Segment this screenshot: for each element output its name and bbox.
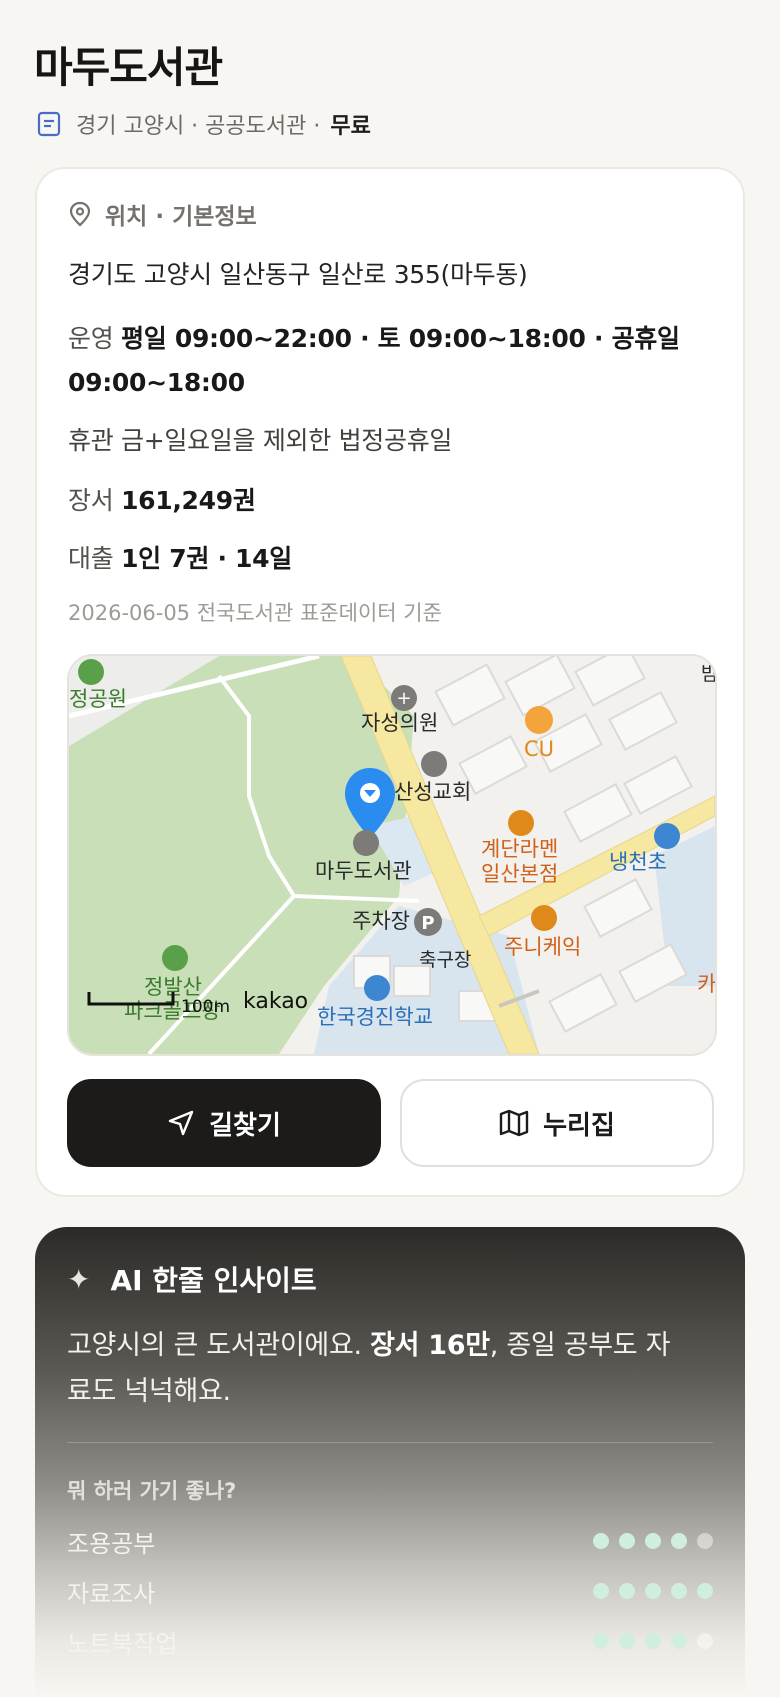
svg-text:P: P [421,913,434,934]
library-meta: 경기 고양시 · 공공도서관 · 무료 [36,106,371,142]
loan-policy: 대출 1인 7권 · 14일 [68,539,292,575]
hours-label: 운영 [68,324,114,353]
location-type: 경기 고양시 · 공공도서관 · [76,114,321,139]
rating-row: 조용공부 [67,1521,713,1561]
rating-dot [593,1533,609,1549]
rating-dots [593,1583,713,1599]
ai-insight-card: ✦ AI 한줄 인사이트 고양시의 큰 도서관이에요. 장서 16만, 종일 공… [35,1227,745,1697]
rating-dot [697,1583,713,1599]
page-title: 마두도서관 [34,43,223,92]
rating-dot [645,1583,661,1599]
map-scale: 100m [181,997,230,1017]
loan-value: 1인 7권 · 14일 [121,544,292,573]
website-button[interactable]: 누리집 [400,1079,714,1167]
map-edge-label-top: 밤 [701,663,715,685]
rating-label: 자료조사 [67,1579,156,1608]
map-label-school: 한국경진학교 [317,1005,433,1029]
hours: 운영 평일 09:00~22:00 · 토 09:00~18:00 · 공휴일 … [68,317,688,405]
books-label: 장서 [68,486,114,515]
rating-row: 노트북작업 [67,1621,713,1661]
map-label-cafe: 주니케익 [504,935,581,959]
section-title: 위치 · 기본정보 [105,204,257,230]
books-value: 161,249권 [121,486,256,515]
info-card: 위치 · 기본정보 경기도 고양시 일산동구 일산로 355(마두동) 운영 평… [35,167,745,1197]
rating-dot [697,1533,713,1549]
map-edge-label-right: 카 [697,972,715,996]
rating-dot [697,1633,713,1649]
rating-dot [671,1583,687,1599]
map-label-park: 정공원 [69,687,127,711]
rating-dot [671,1533,687,1549]
collection-count: 장서 161,249권 [68,481,256,517]
document-icon [37,111,61,137]
map-label-church: 산성교회 [394,780,471,804]
data-source: 2026-06-05 전국도서관 표준데이터 기준 [68,601,442,625]
map-label-school-right: 냉천초 [609,850,667,874]
directions-button[interactable]: 길찾기 [67,1079,381,1167]
rating-dots [593,1533,713,1549]
rating-dots [593,1633,713,1649]
rating-dot [593,1633,609,1649]
rating-dot [645,1533,661,1549]
map-label-library: 마두도서관 [315,859,412,883]
rating-label: 조용공부 [67,1529,156,1558]
navigation-arrow-icon [168,1110,194,1136]
sparkle-icon: ✦ [67,1262,91,1296]
section-header: 위치 · 기본정보 [69,197,257,231]
website-label: 누리집 [543,1110,615,1141]
divider [67,1442,713,1443]
directions-label: 길찾기 [209,1110,281,1141]
rating-dot [593,1583,609,1599]
rating-dot [619,1533,635,1549]
map-label-soccer: 축구장 [419,949,471,971]
map-label-ramen2: 일산본점 [481,862,558,886]
rating-dot [619,1633,635,1649]
map-label-clinic: 자성의원 [361,711,438,735]
map-label-ramen1: 계단라멘 [481,837,558,861]
location-map[interactable]: 정공원 + 자성의원 CU 산성교회 계단라멘 일산본점 냉천초 마두도서관 주… [67,654,717,1056]
rating-label: 노트북작업 [67,1629,178,1658]
closed-days: 휴관 금+일요일을 제외한 법정공휴일 [68,426,453,455]
rating-dot [645,1633,661,1649]
ai-header: ✦ AI 한줄 인사이트 [67,1259,317,1299]
fee-badge: 무료 [330,114,371,139]
map-label-parking: 주차장 [352,909,410,933]
map-brand: kakao [243,989,308,1014]
ai-title: AI 한줄 인사이트 [110,1264,317,1297]
svg-text:+: + [396,688,411,709]
rating-dot [619,1583,635,1599]
map-label-cu: CU [524,737,554,761]
loan-label: 대출 [68,544,114,573]
ai-summary: 고양시의 큰 도서관이에요. 장서 16만, 종일 공부도 자료도 넉넉해요. [67,1330,671,1407]
hours-value: 평일 09:00~22:00 · 토 09:00~18:00 · 공휴일 09:… [68,324,680,397]
activity-question: 뭐 하러 가기 좋나? [67,1479,237,1503]
map-icon [499,1109,529,1137]
rating-dot [671,1633,687,1649]
address: 경기도 고양시 일산동구 일산로 355(마두동) [68,260,528,289]
rating-row: 자료조사 [67,1571,713,1611]
location-pin-icon [69,201,91,227]
